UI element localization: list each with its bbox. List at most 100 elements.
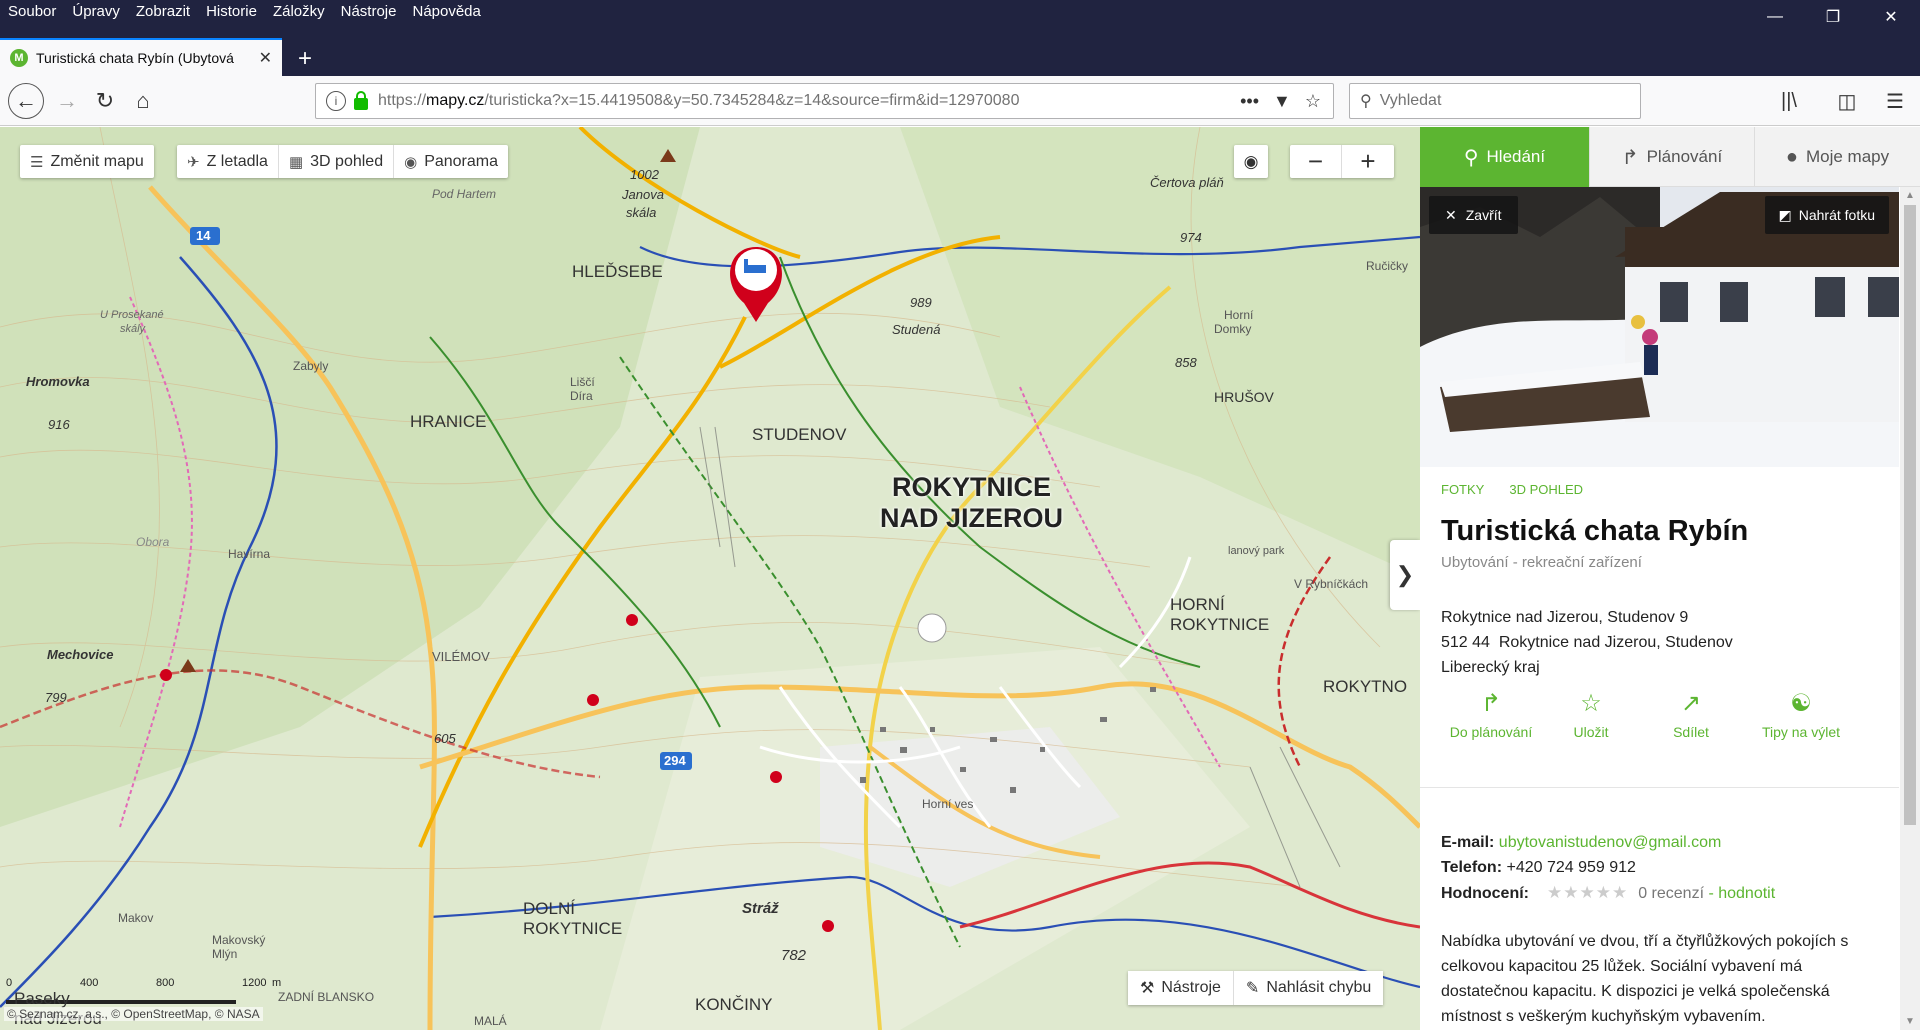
map-label: Pod Hartem bbox=[432, 187, 497, 201]
scrollbar-thumb[interactable] bbox=[1904, 205, 1916, 825]
tab-close-icon[interactable]: ✕ bbox=[259, 48, 272, 68]
rating-stars-icon: ★★★★★ bbox=[1547, 883, 1629, 902]
search-bar[interactable]: ⚲ Vyhledat bbox=[1349, 83, 1641, 119]
mapy-favicon-icon: M bbox=[10, 49, 28, 67]
panorama-label: Panorama bbox=[424, 152, 499, 170]
aerial-button[interactable]: ✈ Z letadla bbox=[177, 145, 279, 178]
new-tab-icon[interactable]: + bbox=[290, 44, 320, 74]
url-bar[interactable]: i https://mapy.cz/turisticka?x=15.441950… bbox=[315, 83, 1334, 119]
lock-icon[interactable] bbox=[354, 91, 368, 110]
road-number-label: 294 bbox=[664, 753, 686, 768]
menu-napoveda[interactable]: Nápověda bbox=[404, 0, 488, 24]
sidebar-icon[interactable]: ◫ bbox=[1830, 84, 1864, 118]
change-map-button[interactable]: ☰ Změnit mapu bbox=[20, 145, 154, 178]
map-copyright[interactable]: © Seznam.cz, a.s., © OpenStreetMap, © NA… bbox=[4, 1007, 263, 1021]
trip-tips-label: Tipy na výlet bbox=[1761, 724, 1841, 740]
scale-bar: 0 400 800 1200 m bbox=[6, 977, 281, 989]
map-label: Díra bbox=[570, 389, 593, 403]
menu-zalozky[interactable]: Záložky bbox=[265, 0, 333, 24]
scale-label: m bbox=[272, 977, 282, 989]
address-line: Rokytnice nad Jizerou, Studenov 9 bbox=[1441, 609, 1689, 626]
map-label: Paseky bbox=[14, 989, 70, 1008]
share-button[interactable]: ↗ Sdílet bbox=[1641, 689, 1741, 769]
map-label: KONČINY bbox=[695, 995, 773, 1014]
scale-label: 1200 bbox=[242, 977, 267, 989]
panel-toggle-button[interactable]: ❯ bbox=[1390, 540, 1420, 610]
map-label: Horní ves bbox=[922, 797, 974, 811]
map-label: Makov bbox=[118, 911, 154, 925]
place-actions: ↱ Do plánování ☆ Uložit ↗ Sdílet ☯ Tipy na v… bbox=[1441, 689, 1881, 769]
back-arrow-icon[interactable]: ← bbox=[8, 83, 44, 119]
menu-zobrazit[interactable]: Zobrazit bbox=[128, 0, 198, 24]
pocket-icon[interactable]: ▼ bbox=[1273, 91, 1291, 112]
zoom-out-button[interactable]: − bbox=[1290, 145, 1342, 178]
locate-button[interactable]: ◉ bbox=[1234, 145, 1268, 178]
scroll-up-icon[interactable]: ▲ bbox=[1905, 190, 1915, 201]
save-button[interactable]: ☆ Uložit bbox=[1541, 689, 1641, 769]
place-description: Nabídka ubytování ve dvou, tří a čtyřlůž… bbox=[1441, 933, 1849, 1025]
tab-planning-label: Plánování bbox=[1646, 147, 1723, 166]
map-canvas[interactable]: ☰ Změnit mapu ✈ Z letadla ▦ 3D pohled ◉ Pano… bbox=[0, 127, 1420, 1030]
tab-my-maps[interactable]: ● Moje mapy bbox=[1755, 127, 1920, 187]
report-error-button[interactable]: ✎ Nahlásit chybu bbox=[1234, 971, 1383, 1005]
map-label: Zabyly bbox=[293, 359, 329, 373]
scale-label: 400 bbox=[80, 977, 99, 989]
menu-upravy[interactable]: Úpravy bbox=[64, 0, 128, 24]
save-label: Uložit bbox=[1573, 724, 1609, 740]
bookmark-star-icon[interactable]: ☆ bbox=[1305, 91, 1321, 112]
place-address: Rokytnice nad Jizerou, Studenov 9 512 44… bbox=[1441, 605, 1733, 680]
pencil-icon: ✎ bbox=[1245, 980, 1260, 997]
panel-scrollbar[interactable]: ▲ ▼ bbox=[1900, 187, 1920, 1030]
info-icon[interactable]: i bbox=[326, 91, 346, 111]
zoom-in-button[interactable]: + bbox=[1342, 145, 1394, 178]
search-placeholder: Vyhledat bbox=[1379, 92, 1442, 109]
address-line: Liberecký kraj bbox=[1441, 659, 1540, 676]
map-label: Ručičky bbox=[1366, 259, 1409, 273]
place-title: Turistická chata Rybín bbox=[1441, 515, 1749, 547]
route-arrow-icon: ↱ bbox=[1480, 690, 1502, 717]
tab-search[interactable]: ⚲ Hledání bbox=[1420, 127, 1590, 187]
trip-tips-button[interactable]: ☯ Tipy na výlet bbox=[1741, 689, 1861, 769]
view-3d-button[interactable]: ▦ 3D pohled bbox=[279, 145, 395, 178]
menu-nastroje[interactable]: Nástroje bbox=[333, 0, 405, 24]
map-label: DOLNÍ bbox=[523, 899, 575, 918]
page-actions-icon[interactable]: ••• bbox=[1240, 91, 1259, 112]
library-icon[interactable]: ||\ bbox=[1772, 84, 1806, 118]
view-3d-link[interactable]: 3D pohled bbox=[1509, 482, 1583, 497]
plan-button[interactable]: ↱ Do plánování bbox=[1441, 689, 1541, 769]
share-label: Sdílet bbox=[1673, 724, 1709, 740]
hamburger-menu-icon[interactable]: ☰ bbox=[1878, 84, 1912, 118]
town-label-line1: ROKYTNICE bbox=[892, 472, 1052, 502]
browser-tab[interactable]: M Turistická chata Rybín (Ubytová ✕ bbox=[0, 38, 282, 76]
scroll-down-icon[interactable]: ▼ bbox=[1905, 1016, 1915, 1027]
map-label: V Rybníčkách bbox=[1294, 577, 1369, 591]
tools-button[interactable]: ⚒ Nástroje bbox=[1128, 971, 1234, 1005]
user-avatar-icon: ● bbox=[1785, 145, 1798, 168]
map-label: 1002 bbox=[630, 167, 659, 182]
tab-planning[interactable]: ↱ Plánování bbox=[1590, 127, 1755, 187]
map-label: Horní bbox=[1224, 308, 1254, 322]
rate-link[interactable]: hodnotit bbox=[1718, 885, 1775, 902]
nav-bar: ← → ↻ ⌂ i https://mapy.cz/turisticka?x=1… bbox=[0, 76, 1920, 126]
map-label: STUDENOV bbox=[752, 425, 847, 444]
panorama-button[interactable]: ◉ Panorama bbox=[394, 145, 508, 178]
close-photo-button[interactable]: ✕ Zavřít bbox=[1429, 196, 1518, 234]
url-text[interactable]: https://mapy.cz/turisticka?x=15.4419508&… bbox=[378, 92, 1240, 110]
place-photo[interactable]: ✕ Zavřít ◩ Nahrát fotku bbox=[1420, 187, 1899, 467]
upload-photo-button[interactable]: ◩ Nahrát fotku bbox=[1764, 196, 1889, 234]
menu-soubor[interactable]: Soubor bbox=[0, 0, 64, 24]
menu-historie[interactable]: Historie bbox=[198, 0, 265, 24]
panel-tabs: ⚲ Hledání ↱ Plánování ● Moje mapy bbox=[1420, 127, 1920, 187]
email-label: E-mail: bbox=[1441, 834, 1495, 851]
photos-link[interactable]: Fotky bbox=[1441, 482, 1484, 497]
scale-label: 0 bbox=[6, 977, 13, 989]
map-bottom-tools: ⚒ Nástroje ✎ Nahlásit chybu bbox=[1128, 971, 1384, 1005]
forward-arrow-icon[interactable]: → bbox=[50, 84, 84, 118]
map-label: Stráž bbox=[742, 900, 779, 917]
reload-icon[interactable]: ↻ bbox=[88, 84, 122, 118]
email-link[interactable]: ubytovanistudenov@gmail.com bbox=[1499, 834, 1722, 851]
detail-panel: ⚲ Hledání ↱ Plánování ● Moje mapy ✕ Zavřít ◩… bbox=[1420, 127, 1920, 1030]
close-icon: ✕ bbox=[1445, 206, 1457, 223]
map-label: Mlýn bbox=[212, 947, 238, 961]
home-icon[interactable]: ⌂ bbox=[126, 84, 160, 118]
